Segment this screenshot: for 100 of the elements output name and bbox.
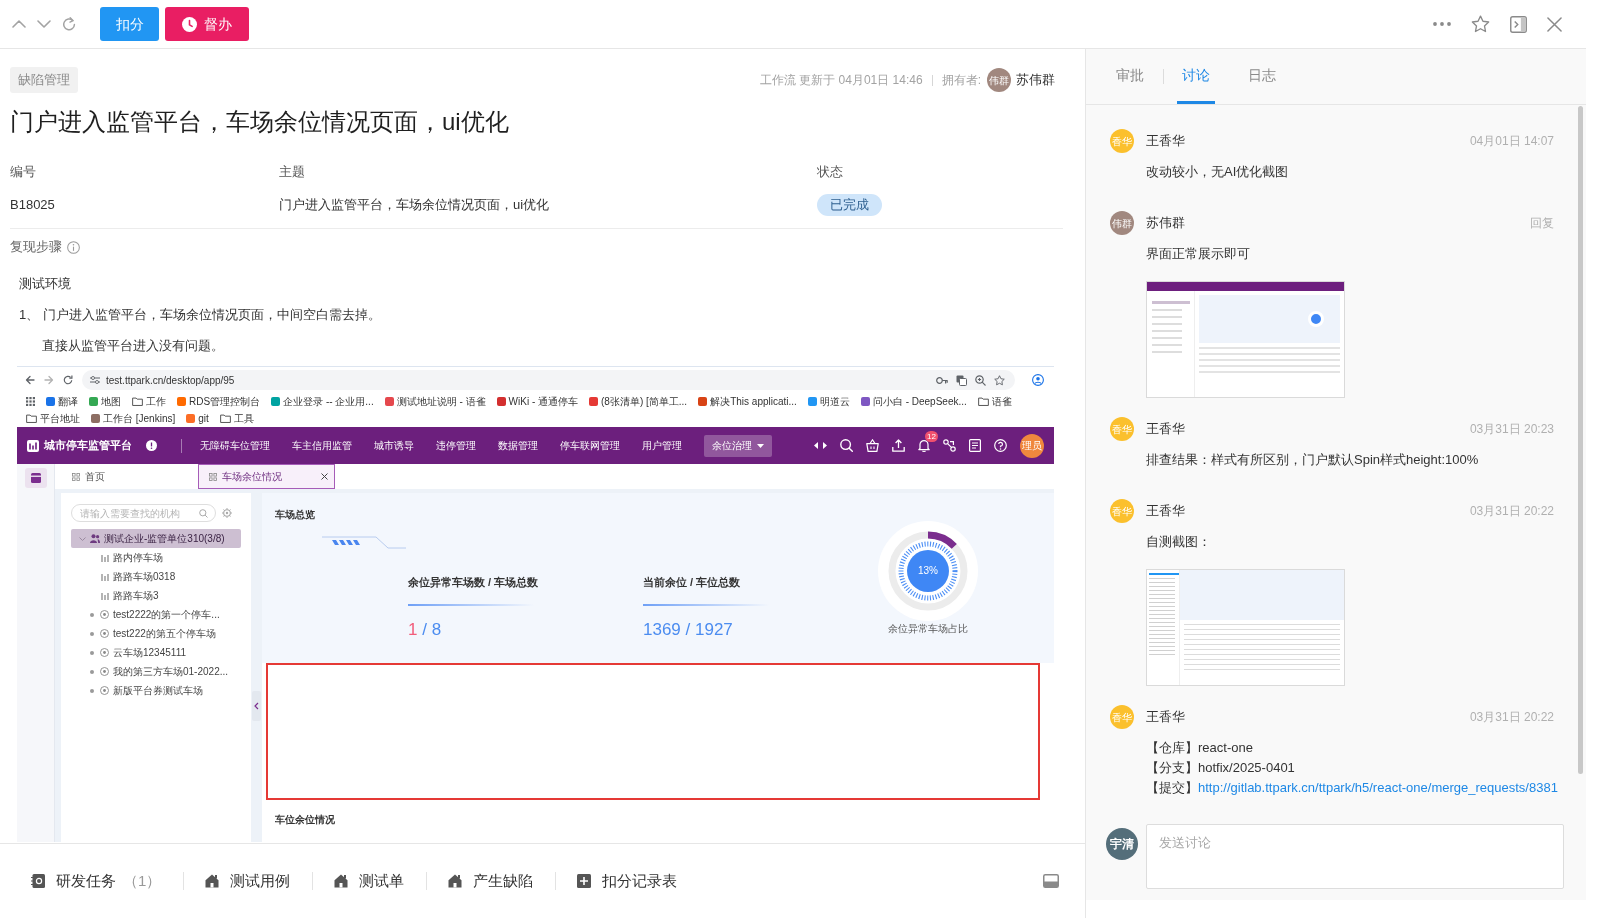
bookmark[interactable]: 语雀 xyxy=(977,393,1012,410)
menu-item[interactable]: 数据管理 xyxy=(498,434,538,457)
sliders-icon[interactable] xyxy=(90,376,100,384)
bars-icon xyxy=(101,591,109,600)
tab[interactable]: 首页 xyxy=(61,464,198,489)
profile-icon[interactable] xyxy=(1032,374,1044,386)
apps-grid-icon[interactable] xyxy=(26,397,35,406)
zoom-icon[interactable] xyxy=(975,374,986,386)
more-icon[interactable] xyxy=(1433,22,1451,26)
avatar: 香华 xyxy=(1110,499,1134,523)
translate-icon[interactable] xyxy=(956,374,967,386)
folder-icon xyxy=(26,414,37,423)
bookmark[interactable]: 明道云 xyxy=(807,393,850,410)
bookmark[interactable]: (8张清单) [简单工... xyxy=(589,393,688,410)
bottom-tab[interactable]: 测试用例 xyxy=(205,869,291,893)
list-number: 1、 xyxy=(19,306,41,324)
search-icon xyxy=(199,508,208,518)
back-icon[interactable] xyxy=(25,375,35,385)
key-icon[interactable] xyxy=(936,376,948,384)
tree-item[interactable]: 路路车场3 xyxy=(71,586,241,605)
star-icon[interactable] xyxy=(994,374,1005,386)
bookmark[interactable]: 测试地址说明 - 语雀 xyxy=(384,393,486,410)
address-bar[interactable]: test.ttpark.cn/desktop/app/95 xyxy=(82,370,1015,390)
bookmark[interactable]: 工具 xyxy=(219,410,254,427)
bottom-tab[interactable]: 测试单 xyxy=(334,869,405,893)
chevron-down-icon[interactable] xyxy=(37,20,51,28)
menu-item[interactable]: 余位治理 xyxy=(704,434,772,457)
search-icon[interactable] xyxy=(840,439,853,452)
upload-icon[interactable] xyxy=(892,439,905,452)
comment-time: 04月01日 14:07 xyxy=(1469,133,1554,150)
tree-item[interactable]: 云车场12345111 xyxy=(71,643,241,662)
bell-icon[interactable] xyxy=(918,439,930,452)
panel-icon[interactable] xyxy=(1043,874,1059,888)
bookmark[interactable]: 工作台 [Jenkins] xyxy=(91,410,176,427)
tree-item[interactable]: 测试企业-监管单位310(3/8) xyxy=(71,529,241,548)
field-label: 编号 xyxy=(10,163,37,181)
tree-item[interactable]: 新版平台券测试车场 xyxy=(71,681,241,700)
bookmark[interactable]: git xyxy=(186,410,209,427)
folder-icon xyxy=(219,414,231,423)
folder-icon xyxy=(977,397,989,406)
field-value: 门户进入监管平台，车场余位情况页面，ui优化 xyxy=(279,196,551,214)
chevron-up-icon[interactable] xyxy=(12,20,26,28)
nodes-icon[interactable] xyxy=(943,439,956,452)
comment-input[interactable]: 发送讨论 xyxy=(1146,824,1564,889)
reload-icon[interactable] xyxy=(63,375,73,385)
bottom-tab[interactable]: 扣分记录表 xyxy=(577,869,678,893)
circle-icon xyxy=(100,667,109,676)
basket-icon[interactable] xyxy=(866,439,879,452)
help-icon[interactable] xyxy=(994,439,1007,452)
bookmark[interactable]: 平台地址 xyxy=(26,410,80,427)
bottom-tab[interactable]: 研发任务 （1） xyxy=(31,869,162,893)
action-button[interactable]: 督办 xyxy=(165,7,249,41)
tree-item[interactable]: test222的第五个停车场 xyxy=(71,624,241,643)
menu-item[interactable]: 无障碍车位管理 xyxy=(200,434,270,457)
arrows-icon[interactable] xyxy=(814,442,827,449)
collapse-handle[interactable] xyxy=(252,691,261,721)
tab[interactable]: 讨论 xyxy=(1177,49,1215,104)
tree-item[interactable]: 路内停车场 xyxy=(71,548,241,567)
field-label: 状态 xyxy=(817,163,844,181)
comment-time: 03月31日 20:23 xyxy=(1469,421,1554,438)
comment-time: 03月31日 20:22 xyxy=(1469,709,1554,726)
star-icon[interactable] xyxy=(1471,15,1490,33)
tab[interactable]: 车场余位情况 xyxy=(198,464,335,489)
people-icon xyxy=(90,534,100,543)
bookmark[interactable]: 地图 xyxy=(89,393,121,410)
tab[interactable]: 审批 xyxy=(1111,49,1149,104)
grid-icon xyxy=(72,472,80,481)
bookmark[interactable]: 翻译 xyxy=(46,393,78,410)
plus-square-icon xyxy=(577,874,592,888)
close-icon[interactable] xyxy=(321,473,328,480)
card-icon[interactable] xyxy=(25,468,47,488)
refresh-icon[interactable] xyxy=(62,17,76,31)
bars-icon xyxy=(101,553,109,562)
bookmark[interactable]: WiKi - 通通停车 xyxy=(496,393,579,410)
menu-item[interactable]: 停车联网管理 xyxy=(560,434,620,457)
gauge-reading: 13% xyxy=(917,564,939,578)
menu-item[interactable]: 用户管理 xyxy=(642,434,682,457)
info-icon xyxy=(67,240,80,254)
menu-item[interactable]: 车主信用监管 xyxy=(292,434,352,457)
comment-time: 03月31日 20:22 xyxy=(1469,503,1554,520)
link[interactable]: http://gitlab.ttpark.cn/ttpark/h5/react-one/merge_requests/8381 xyxy=(1198,780,1558,795)
bookmark[interactable]: 工作 xyxy=(132,393,166,410)
scrollbar[interactable] xyxy=(1578,106,1583,774)
bookmark[interactable]: 企业登录 -- 企业用... xyxy=(271,393,374,410)
list-icon[interactable] xyxy=(969,439,981,452)
bookmark[interactable]: RDS管理控制台 xyxy=(177,393,261,410)
bookmark[interactable]: 问小白 - DeepSeek... xyxy=(860,393,967,410)
menu-item[interactable]: 城市诱导 xyxy=(374,434,414,457)
house-icon xyxy=(334,874,349,888)
menu-item[interactable]: 违停管理 xyxy=(436,434,476,457)
comment-text: 排查结果：样式有所区别，门户默认Spin样式height:100% xyxy=(1146,451,1480,469)
side-panel-icon[interactable] xyxy=(1510,15,1527,33)
screenshot-thumbnail-drawing[interactable] xyxy=(1146,569,1345,686)
screenshot-thumbnail-drawing[interactable] xyxy=(1146,281,1345,398)
tree-item[interactable]: 路路车场0318 xyxy=(71,567,241,586)
bottom-tab[interactable]: 产生缺陷 xyxy=(448,869,534,893)
step-text: 门户进入监管平台，车场余位情况页面，中间空白需去掉。 xyxy=(43,306,381,324)
tree-item[interactable]: test2222的第一个停车... xyxy=(71,605,241,624)
bookmark[interactable]: 解决This applicati... xyxy=(698,393,797,410)
tree-item[interactable]: 我的第三方车场01-2022... xyxy=(71,662,241,681)
